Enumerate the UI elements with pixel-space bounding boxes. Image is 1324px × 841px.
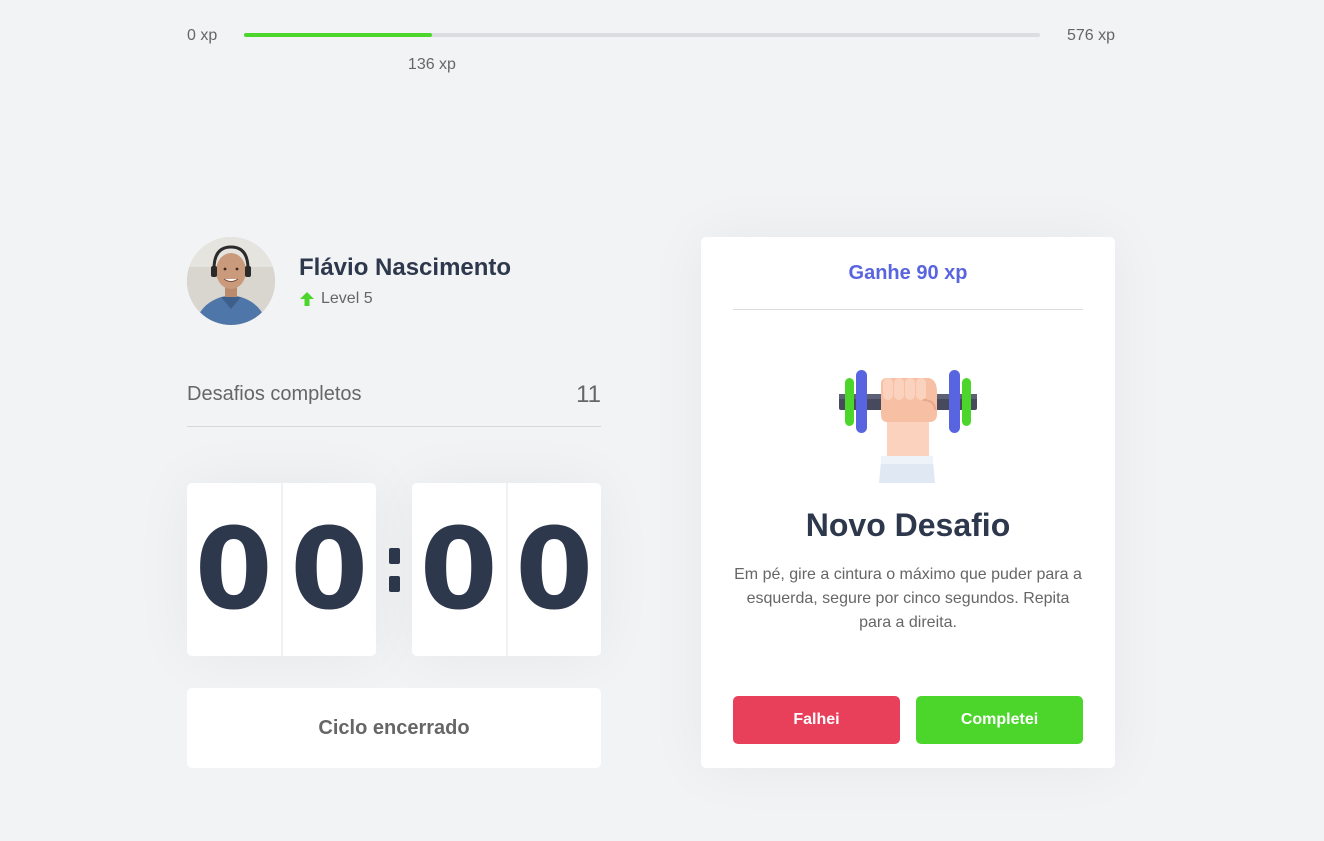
separator-dot: [388, 575, 400, 592]
xp-min-label: 0 xp: [187, 27, 218, 44]
profile: Flávio Nascimento Level 5: [187, 237, 601, 325]
experience-bar: 0 xp 136 xp 576 xp: [187, 24, 1115, 73]
countdown-seconds: 0 0: [412, 483, 601, 656]
countdown: 0 0 0 0: [187, 483, 601, 656]
profile-name: Flávio Nascimento: [299, 254, 512, 281]
challenge-succeeded-button[interactable]: Completei: [916, 696, 1083, 744]
second-digit-left: 0: [412, 483, 507, 656]
challenge-card: Ganhe 90 xp Novo Desafio Em pé, gire a c…: [701, 237, 1115, 768]
completed-challenges: Desafios completos 11: [187, 378, 601, 427]
avatar-photo: [187, 237, 275, 325]
xp-max-label: 576 xp: [1066, 27, 1115, 44]
challenge-description: Em pé, gire a cintura o máximo que puder…: [734, 566, 1082, 631]
challenge-failed-button[interactable]: Falhei: [733, 696, 900, 744]
minute-digit-left: 0: [187, 483, 282, 656]
completed-challenges-label: Desafios completos: [187, 383, 362, 405]
app-root: 0 xp 136 xp 576 xp Flávio Nascimento Lev…: [0, 0, 1324, 841]
xp-progress-fill: [244, 33, 432, 37]
countdown-separator: [376, 483, 412, 656]
dumbbell-body-icon: [839, 370, 977, 483]
challenge-actions: Falhei Completei: [733, 696, 1083, 744]
profile-level-label: Level 5: [321, 290, 373, 307]
xp-current-label: 136 xp: [407, 56, 456, 73]
xp-track: 136 xp: [244, 33, 1040, 73]
cycle-finished-button[interactable]: Ciclo encerrado: [187, 688, 601, 768]
avatar: [187, 237, 275, 325]
challenge-title: Novo Desafio: [805, 507, 1011, 543]
separator-dot: [388, 547, 400, 564]
minute-digit-right: 0: [281, 483, 377, 656]
profile-level: Level 5: [299, 290, 511, 308]
level-up-arrow-icon: [300, 292, 314, 306]
second-digit-right: 0: [506, 483, 602, 656]
countdown-minutes: 0 0: [187, 483, 376, 656]
challenge-reward: Ganhe 90 xp: [733, 237, 1083, 310]
completed-challenges-count: 11: [576, 381, 601, 408]
profile-info: Flávio Nascimento Level 5: [299, 254, 511, 308]
